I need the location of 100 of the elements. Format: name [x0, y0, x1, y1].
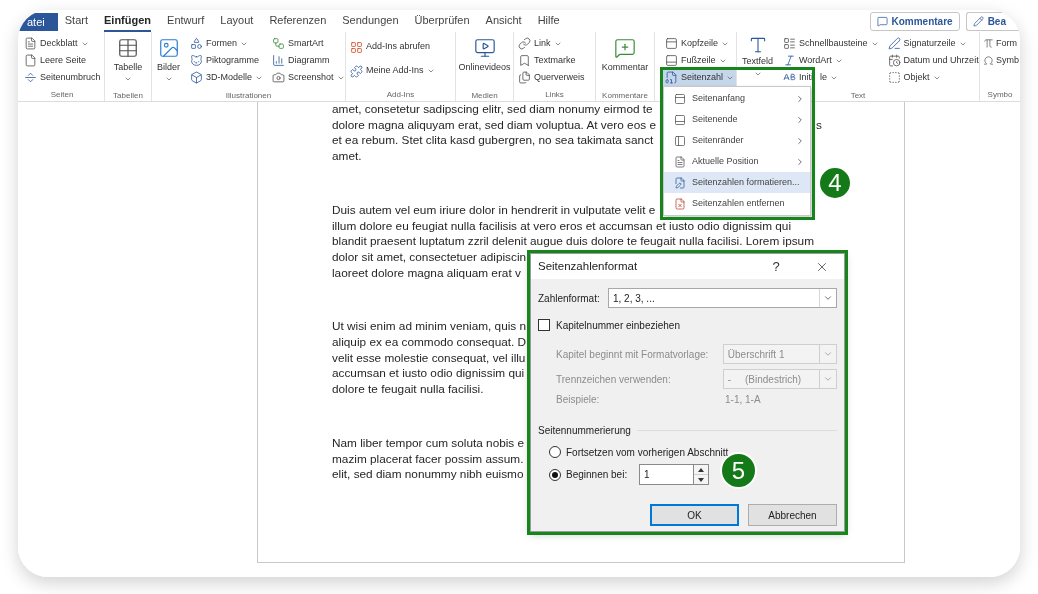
help-button[interactable]: ?: [766, 256, 786, 277]
ribbon-button[interactable]: SmartArt: [270, 35, 347, 52]
ribbon-button[interactable]: Leere Seite: [22, 52, 103, 69]
edit-button[interactable]: Bea: [965, 11, 1020, 31]
group-label: Illustrationen: [225, 90, 272, 102]
examples-value: 1-1, 1-A: [724, 392, 761, 407]
calendar-clock-icon: [887, 54, 901, 67]
menu-item[interactable]: Seitenzahlen entfernen: [664, 193, 810, 214]
ribbon-button[interactable]: Meine Add-Ins: [348, 62, 437, 80]
link-icon: [518, 37, 531, 50]
group-label: Text: [850, 90, 866, 102]
ribbon-button[interactable]: Symb: [981, 52, 1020, 69]
menu-item[interactable]: Seitenränder: [664, 130, 810, 151]
start-number-field[interactable]: 1: [639, 464, 694, 485]
dashed-frame-icon: [887, 71, 901, 84]
cube-icon: [190, 71, 203, 84]
ribbon-button[interactable]: Schnellbausteine: [781, 35, 881, 52]
ribbon-button[interactable]: Formen: [188, 35, 266, 52]
shapes-icon: [190, 37, 203, 50]
document-icon: [24, 37, 37, 50]
ribbon-tab[interactable]: Referenzen: [269, 10, 327, 32]
list-layout-icon: [783, 37, 797, 50]
ribbon-button[interactable]: Bilder: [154, 35, 183, 90]
page-number-icon: [665, 71, 678, 84]
ribbon-button[interactable]: Signaturzeile: [885, 35, 981, 52]
document-text-line: amet.: [332, 149, 362, 165]
document-text-line: et ea rebum. Stet clita kasd gubergren, no sea takimata sanct: [332, 133, 654, 150]
dialog-title: Seitenzahlenformat: [538, 258, 639, 274]
ribbon-button[interactable]: Datum und Uhrzeit: [885, 52, 981, 69]
document-text-line: laoreet dolore magna aliquam erat v: [332, 265, 521, 282]
menu-item[interactable]: Seitenanfang: [664, 88, 810, 109]
comments-button[interactable]: Kommentare: [869, 11, 960, 31]
ribbon-button[interactable]: Tabelle: [110, 35, 146, 90]
ribbon-tab[interactable]: Überprüfen: [414, 10, 470, 32]
field-label: Trennzeichen verwenden:: [556, 372, 672, 387]
checkbox-label[interactable]: Kapitelnummer einbeziehen: [556, 317, 680, 333]
radio-button[interactable]: [549, 446, 561, 458]
ribbon-button[interactable]: Link: [516, 35, 587, 52]
chevron-down-icon: [823, 374, 833, 384]
number-format-select[interactable]: 1, 2, 3, ...: [608, 288, 837, 308]
ribbon-button[interactable]: WordArt: [781, 52, 881, 69]
italic-icon: [783, 54, 797, 67]
cat-icon: [190, 54, 203, 67]
ribbon-button[interactable]: Deckblatt: [22, 35, 103, 52]
document-text-fragment: s: [816, 117, 822, 134]
document-text-line: dolor sit amet, consectetuer adipiscin: [332, 249, 527, 266]
footer-icon: [665, 54, 678, 67]
document-text-line: illum dolore eu feugiat nulla facilisis at vero eros et accumsan et iusto odio dignissim qui: [332, 218, 791, 235]
ribbon-tab[interactable]: Sendungen: [342, 10, 399, 32]
ribbon-button[interactable]: Kopfzeile: [663, 35, 737, 52]
group-label: Tabellen: [113, 90, 143, 102]
page-icon: [674, 155, 686, 168]
ribbon-button[interactable]: Initi le: [781, 69, 881, 86]
document-text-line: velit esse molestie consequat, vel illu: [332, 350, 526, 367]
ribbon-tab[interactable]: Entwurf: [167, 10, 205, 32]
group-label: Medien: [471, 90, 498, 102]
ribbon-tab[interactable]: Layout: [220, 10, 254, 32]
ribbon-button[interactable]: Seitenumbruch: [22, 69, 103, 86]
ribbon-button[interactable]: Querverweis: [516, 69, 587, 86]
ribbon-button[interactable]: Diagramm: [270, 52, 347, 69]
pi-icon: [983, 38, 994, 49]
header-icon: [665, 37, 678, 50]
ribbon-button[interactable]: 3D-Modelle: [188, 69, 266, 86]
group-label: Seiten: [50, 89, 74, 101]
dialog-button[interactable]: Abbrechen: [748, 504, 837, 526]
document-text-line: Duis autem vel eum iriure dolor in hendrerit in vulputate velit e: [332, 202, 656, 219]
ribbon-button[interactable]: Objekt: [885, 69, 981, 86]
comment-plus-icon: [614, 37, 636, 59]
radio-button[interactable]: [549, 468, 561, 481]
table-icon: [117, 37, 139, 59]
ribbon-button[interactable]: Onlinevideos: [455, 35, 514, 90]
ribbon-tab[interactable]: Start: [64, 10, 88, 32]
ribbon-button[interactable]: Piktogramme: [188, 52, 266, 69]
ribbon-button[interactable]: Textmarke: [516, 52, 587, 69]
camera-icon: [272, 71, 286, 84]
ribbon-tab[interactable]: Hilfe: [537, 10, 560, 32]
file-tab[interactable]: atei: [18, 13, 58, 31]
document-text-line: dolore magna aliquyam erat, sed diam voluptua. At vero eos e: [332, 117, 656, 134]
menu-item[interactable]: Seitenzahlen formatieren...: [664, 172, 810, 193]
dialog-button[interactable]: OK: [650, 504, 739, 526]
pages-icon: [518, 71, 531, 84]
menu-item[interactable]: Seitenende: [664, 109, 810, 130]
group-label: Symbo: [987, 89, 1013, 101]
ribbon-tab[interactable]: Ansicht: [485, 10, 522, 32]
triangle-up-icon: [698, 467, 704, 472]
radio-label[interactable]: Fortsetzen vom vorherigen Abschnitt: [566, 444, 729, 460]
ribbon-button[interactable]: Fußzeile: [663, 52, 737, 69]
ribbon-button[interactable]: Add-Ins abrufen: [348, 38, 437, 56]
chevron-down-icon: [823, 293, 833, 303]
radio-label[interactable]: Beginnen bei:: [566, 467, 634, 482]
document-text-line: mazim placerat facer possim assum.: [332, 451, 524, 468]
ribbon-button[interactable]: Screenshot: [270, 69, 347, 86]
ribbon-button[interactable]: Form: [981, 35, 1020, 52]
video-screen-icon: [473, 37, 496, 59]
checkbox[interactable]: [538, 319, 550, 331]
document-text-line: accumsan et iusto odio dignissim qui: [332, 366, 525, 383]
menu-item[interactable]: Aktuelle Position: [664, 151, 810, 172]
ribbon-button[interactable]: Kommentar: [598, 35, 652, 90]
ribbon-button[interactable]: Textfeld: [739, 35, 777, 90]
page-x-icon: [674, 197, 686, 210]
